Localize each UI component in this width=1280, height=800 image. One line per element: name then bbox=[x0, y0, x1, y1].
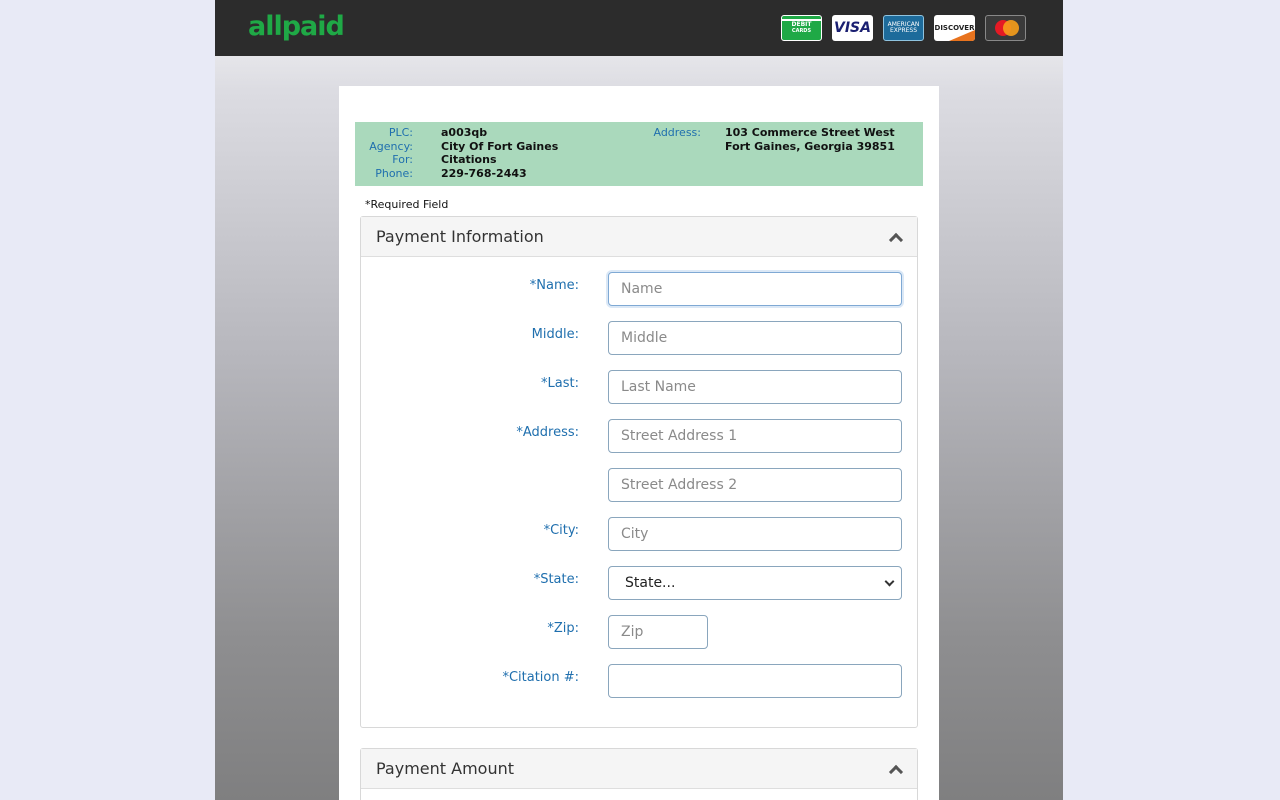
chevron-up-icon[interactable] bbox=[889, 765, 901, 773]
street-address-2-field[interactable] bbox=[608, 468, 902, 502]
middle-row: Middle: bbox=[361, 321, 919, 355]
visa-text: VISA bbox=[834, 20, 871, 36]
agency-values: a003qb City Of Fort Gaines Citations 229… bbox=[441, 126, 558, 180]
accepted-cards: DEBIT CARDS VISA AMERICAN EXPRESS DISCOV… bbox=[781, 15, 1026, 41]
payment-amount-header[interactable]: Payment Amount bbox=[361, 749, 917, 789]
discover-icon: DISCOVER bbox=[934, 15, 975, 41]
middle-field[interactable] bbox=[608, 321, 902, 355]
name-row: *Name: bbox=[361, 272, 919, 306]
city-row: *City: bbox=[361, 517, 919, 551]
state-label: *State: bbox=[533, 572, 579, 587]
section-title: Payment Amount bbox=[376, 759, 515, 778]
header-bar: allpaid DEBIT CARDS VISA AMERICAN EXPRES… bbox=[215, 0, 1063, 56]
payment-panel: PLC: Agency: For: Phone: a003qb City Of … bbox=[339, 86, 939, 800]
street-address-1-field[interactable] bbox=[608, 419, 902, 453]
address-label: Address: bbox=[653, 126, 701, 139]
chevron-down-icon bbox=[884, 576, 895, 586]
required-field-note: *Required Field bbox=[365, 198, 449, 211]
zip-label: *Zip: bbox=[547, 621, 579, 636]
middle-label: Middle: bbox=[531, 327, 579, 342]
payment-information-header[interactable]: Payment Information bbox=[361, 217, 917, 257]
allpaid-logo[interactable]: allpaid bbox=[248, 10, 345, 44]
city-field[interactable] bbox=[608, 517, 902, 551]
address-value: 103 Commerce Street West Fort Gaines, Ge… bbox=[725, 126, 895, 153]
city-label: *City: bbox=[543, 523, 579, 538]
phone-label: Phone: bbox=[375, 166, 413, 180]
address-line2: Fort Gaines, Georgia 39851 bbox=[725, 139, 895, 153]
zip-row: *Zip: bbox=[361, 615, 919, 649]
visa-icon: VISA bbox=[832, 15, 873, 41]
agency-info-box: PLC: Agency: For: Phone: a003qb City Of … bbox=[355, 122, 923, 186]
phone-value: 229-768-2443 bbox=[441, 166, 527, 180]
section-title: Payment Information bbox=[376, 227, 544, 246]
debit-card-text-line2: CARDS bbox=[791, 28, 812, 34]
agency-label: Agency: bbox=[369, 139, 413, 153]
state-select[interactable]: State... bbox=[608, 566, 902, 600]
amex-text-line2: EXPRESS bbox=[889, 27, 918, 34]
address2-row bbox=[361, 468, 919, 502]
payment-information-section: Payment Information *Name: Middle: *Last… bbox=[360, 216, 918, 728]
name-field[interactable] bbox=[608, 272, 902, 306]
plc-label: PLC: bbox=[388, 126, 413, 139]
page-frame: allpaid DEBIT CARDS VISA AMERICAN EXPRES… bbox=[215, 0, 1063, 800]
debit-card-text-line1: DEBIT bbox=[791, 21, 812, 28]
state-selected-value: State... bbox=[625, 575, 676, 591]
agency-labels: PLC: Agency: For: Phone: bbox=[355, 126, 413, 180]
citation-number-field[interactable] bbox=[608, 664, 902, 698]
last-name-field[interactable] bbox=[608, 370, 902, 404]
for-label: For: bbox=[392, 153, 413, 167]
discover-text: DISCOVER bbox=[934, 24, 975, 32]
mastercard-icon bbox=[985, 15, 1026, 41]
name-label: *Name: bbox=[529, 278, 579, 293]
citation-label: *Citation #: bbox=[502, 670, 579, 685]
plc-value: a003qb bbox=[441, 126, 488, 139]
address-line1: 103 Commerce Street West bbox=[725, 126, 895, 139]
zip-field[interactable] bbox=[608, 615, 708, 649]
debit-card-icon: DEBIT CARDS bbox=[781, 15, 822, 41]
amex-icon: AMERICAN EXPRESS bbox=[883, 15, 924, 41]
last-label: *Last: bbox=[541, 376, 579, 391]
citation-row: *Citation #: bbox=[361, 664, 919, 698]
chevron-up-icon[interactable] bbox=[889, 233, 901, 241]
agency-value: City Of Fort Gaines bbox=[441, 139, 559, 153]
for-value: Citations bbox=[441, 153, 497, 167]
payment-amount-section: Payment Amount bbox=[360, 748, 918, 800]
state-row: *State: State... bbox=[361, 566, 919, 600]
address-row: *Address: bbox=[361, 419, 919, 453]
address-field-label: *Address: bbox=[516, 425, 579, 440]
last-row: *Last: bbox=[361, 370, 919, 404]
